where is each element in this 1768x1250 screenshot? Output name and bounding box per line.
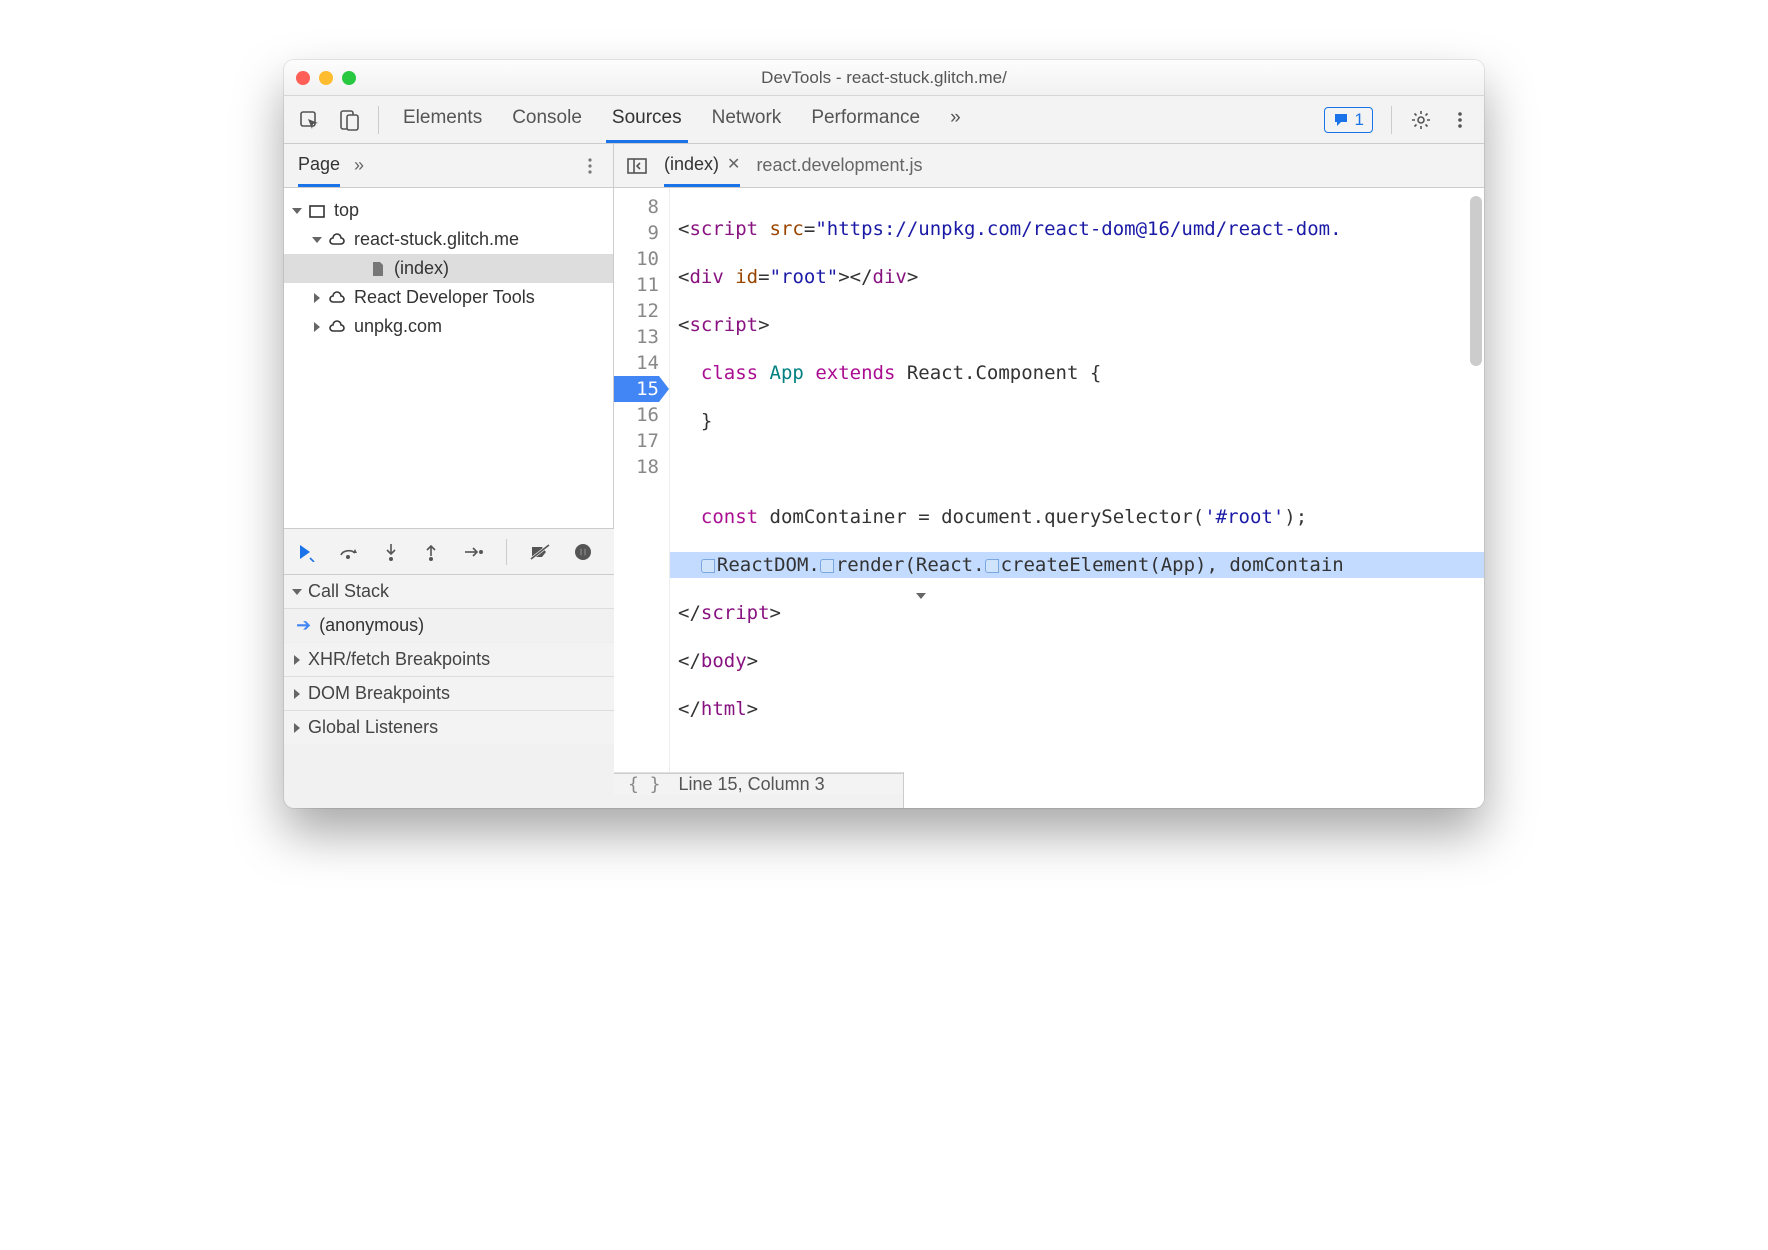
triangle-down-icon (916, 593, 926, 599)
code-area[interactable]: <script src="https://unpkg.com/react-dom… (670, 188, 1484, 772)
line-number[interactable]: 11 (614, 272, 659, 298)
blackbox-marker-icon (985, 559, 999, 573)
toggle-navigator-icon[interactable] (626, 156, 648, 176)
cloud-icon (328, 318, 346, 336)
code-editor[interactable]: 8 9 10 11 12 13 14 15 16 17 18 <script s… (614, 188, 1484, 772)
separator (1391, 106, 1392, 134)
inspect-element-icon[interactable] (298, 109, 320, 131)
line-number[interactable]: 18 (614, 454, 659, 480)
settings-icon[interactable] (1410, 109, 1432, 131)
current-frame-arrow-icon: ➔ (296, 615, 311, 636)
navigator-tabs: Page » (284, 144, 614, 187)
execution-line-marker[interactable]: 15 (614, 376, 659, 402)
tab-performance[interactable]: Performance (805, 96, 926, 143)
triangle-right-icon (294, 689, 300, 699)
device-toggle-icon[interactable] (338, 109, 360, 131)
tree-domain[interactable]: react-stuck.glitch.me (284, 225, 613, 254)
triangle-down-icon (292, 589, 302, 595)
close-tab-icon[interactable]: ✕ (727, 154, 740, 174)
file-tab-active[interactable]: (index) ✕ (664, 144, 740, 187)
step-into-icon[interactable] (382, 542, 400, 562)
step-over-icon[interactable] (338, 543, 360, 561)
line-number[interactable]: 16 (614, 402, 659, 428)
section-title: DOM Breakpoints (308, 683, 450, 704)
vertical-scrollbar[interactable] (1470, 196, 1482, 366)
tab-elements[interactable]: Elements (397, 96, 488, 143)
navigator-menu-icon[interactable] (581, 155, 599, 177)
stack-frame-name: (anonymous) (319, 615, 424, 636)
line-number[interactable]: 13 (614, 324, 659, 350)
line-number[interactable]: 17 (614, 428, 659, 454)
line-gutter[interactable]: 8 9 10 11 12 13 14 15 16 17 18 (614, 188, 670, 772)
tab-sources[interactable]: Sources (606, 96, 688, 143)
main-toolbar: Elements Console Sources Network Perform… (284, 96, 1484, 144)
feedback-count: 1 (1355, 110, 1364, 130)
tree-file-selected[interactable]: (index) (284, 254, 613, 283)
more-tabs-button[interactable]: » (944, 96, 967, 143)
feedback-badge[interactable]: 1 (1324, 107, 1373, 133)
file-tab-label: (index) (664, 154, 719, 175)
section-title: XHR/fetch Breakpoints (308, 649, 490, 670)
triangle-right-icon (294, 655, 300, 665)
cloud-icon (328, 289, 346, 307)
navigator-tab-page[interactable]: Page (298, 144, 340, 187)
line-number[interactable]: 12 (614, 298, 659, 324)
tree-label: unpkg.com (354, 316, 442, 337)
tree-rdt[interactable]: React Developer Tools (284, 283, 613, 312)
line-number[interactable]: 9 (614, 220, 659, 246)
line-number[interactable]: 8 (614, 194, 659, 220)
tree-label: React Developer Tools (354, 287, 535, 308)
window-titlebar: DevTools - react-stuck.glitch.me/ (284, 60, 1484, 96)
triangle-down-icon (292, 208, 302, 214)
triangle-down-icon (312, 237, 322, 243)
frame-icon (308, 202, 326, 220)
triangle-right-icon (314, 293, 320, 303)
triangle-right-icon (294, 723, 300, 733)
sub-toolbar: Page » (index) ✕ react.development.js (284, 144, 1484, 188)
tree-label: top (334, 200, 359, 221)
cloud-icon (328, 231, 346, 249)
window-title: DevTools - react-stuck.glitch.me/ (284, 68, 1484, 88)
line-number[interactable]: 14 (614, 350, 659, 376)
devtools-window: DevTools - react-stuck.glitch.me/ Elemen… (284, 60, 1484, 808)
file-tab-other[interactable]: react.development.js (756, 155, 922, 176)
tree-label: react-stuck.glitch.me (354, 229, 519, 250)
blackbox-marker-icon (820, 559, 834, 573)
section-title: Global Listeners (308, 717, 438, 738)
pause-exceptions-icon[interactable] (573, 542, 593, 562)
tree-label: (index) (394, 258, 449, 279)
deactivate-breakpoints-icon[interactable] (529, 543, 551, 561)
main-body: top react-stuck.glitch.me (index) React … (284, 188, 1484, 528)
resume-icon[interactable] (296, 542, 316, 562)
file-tabs: (index) ✕ react.development.js (614, 144, 1484, 187)
triangle-right-icon (314, 322, 320, 332)
tab-console[interactable]: Console (506, 96, 588, 143)
section-title: Call Stack (308, 581, 389, 602)
file-tree: top react-stuck.glitch.me (index) React … (284, 188, 614, 528)
step-out-icon[interactable] (422, 542, 440, 562)
tree-unpkg[interactable]: unpkg.com (284, 312, 613, 341)
tree-top[interactable]: top (284, 196, 613, 225)
navigator-more-tabs[interactable]: » (354, 155, 364, 176)
line-number[interactable]: 10 (614, 246, 659, 272)
blackbox-marker-icon (701, 559, 715, 573)
file-icon (370, 260, 386, 278)
step-icon[interactable] (462, 543, 484, 561)
separator (378, 106, 379, 134)
tab-network[interactable]: Network (706, 96, 788, 143)
kebab-menu-icon[interactable] (1450, 109, 1470, 131)
